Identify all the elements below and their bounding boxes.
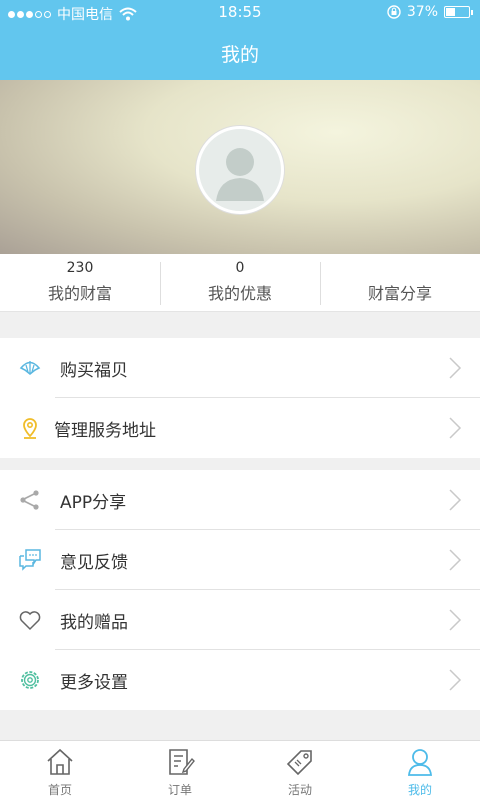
user-icon [408, 749, 432, 776]
tag-icon [286, 750, 312, 776]
battery-icon [444, 6, 473, 18]
menu-item-app-share[interactable]: APP分享 [0, 470, 480, 530]
page-title: 我的 [220, 44, 259, 66]
chevron-right-icon [449, 609, 462, 631]
home-icon [47, 748, 73, 775]
chevron-right-icon [449, 417, 462, 439]
tab-orders[interactable]: 订单 [120, 741, 240, 800]
rotation-lock-icon [387, 5, 401, 19]
feedback-icon [19, 549, 41, 571]
stat-coupons[interactable]: 0 我的优惠 [160, 254, 320, 311]
menu-item-label: 管理服务地址 [54, 420, 156, 441]
menu-item-label: 意见反馈 [60, 552, 128, 573]
stat-wealth[interactable]: 230 我的财富 [0, 254, 160, 311]
menu-item-feedback[interactable]: 意见反馈 [0, 530, 480, 590]
top-bar: 中国电信 18:55 37% 我的 [0, 0, 480, 80]
stat-label: 我的财富 [47, 284, 112, 303]
tab-activities[interactable]: 活动 [240, 741, 360, 800]
tab-label: 订单 [167, 783, 192, 797]
heart-icon [19, 611, 41, 631]
tab-bar: 首页 订单 活动 我的 [0, 740, 480, 800]
user-silhouette-icon [216, 148, 264, 201]
shell-icon [19, 361, 41, 376]
stat-value: 230 [66, 260, 94, 276]
menu-item-label: 购买福贝 [60, 360, 128, 381]
menu-item-manage-address[interactable]: 管理服务地址 [0, 398, 480, 458]
stats-bar: 230 我的财富 0 我的优惠 财富分享 [0, 254, 480, 312]
menu-item-label: APP分享 [60, 492, 127, 513]
stat-label: 我的优惠 [207, 284, 272, 303]
stat-label: 财富分享 [367, 284, 432, 303]
menu-item-buy-fubei[interactable]: 购买福贝 [0, 338, 480, 398]
chevron-right-icon [449, 549, 462, 571]
stat-share-wealth[interactable]: 财富分享 [320, 254, 480, 311]
tab-label: 我的 [407, 783, 432, 797]
menu-group-2: APP分享 意见反馈 我的赠品 更多设置 [0, 470, 480, 710]
menu-item-label: 更多设置 [60, 672, 128, 693]
location-pin-icon [23, 418, 37, 439]
tab-mine[interactable]: 我的 [360, 741, 480, 800]
menu-item-my-gifts[interactable]: 我的赠品 [0, 590, 480, 650]
order-icon [169, 749, 195, 775]
profile-banner [0, 80, 480, 254]
gear-icon [21, 671, 39, 689]
chevron-right-icon [449, 357, 462, 379]
chevron-right-icon [449, 669, 462, 691]
menu-group-1: 购买福贝 管理服务地址 [0, 338, 480, 458]
stat-value [320, 260, 480, 278]
stat-value: 0 [235, 260, 245, 276]
chevron-right-icon [449, 489, 462, 511]
share-icon [20, 490, 39, 510]
tab-label: 首页 [47, 783, 72, 797]
menu-item-more-settings[interactable]: 更多设置 [0, 650, 480, 710]
avatar[interactable] [196, 126, 284, 214]
tab-home[interactable]: 首页 [0, 741, 120, 800]
status-bar: 中国电信 18:55 37% [0, 0, 480, 26]
tab-label: 活动 [287, 783, 312, 797]
battery-percent: 37% [406, 4, 438, 20]
menu-item-label: 我的赠品 [60, 612, 128, 633]
